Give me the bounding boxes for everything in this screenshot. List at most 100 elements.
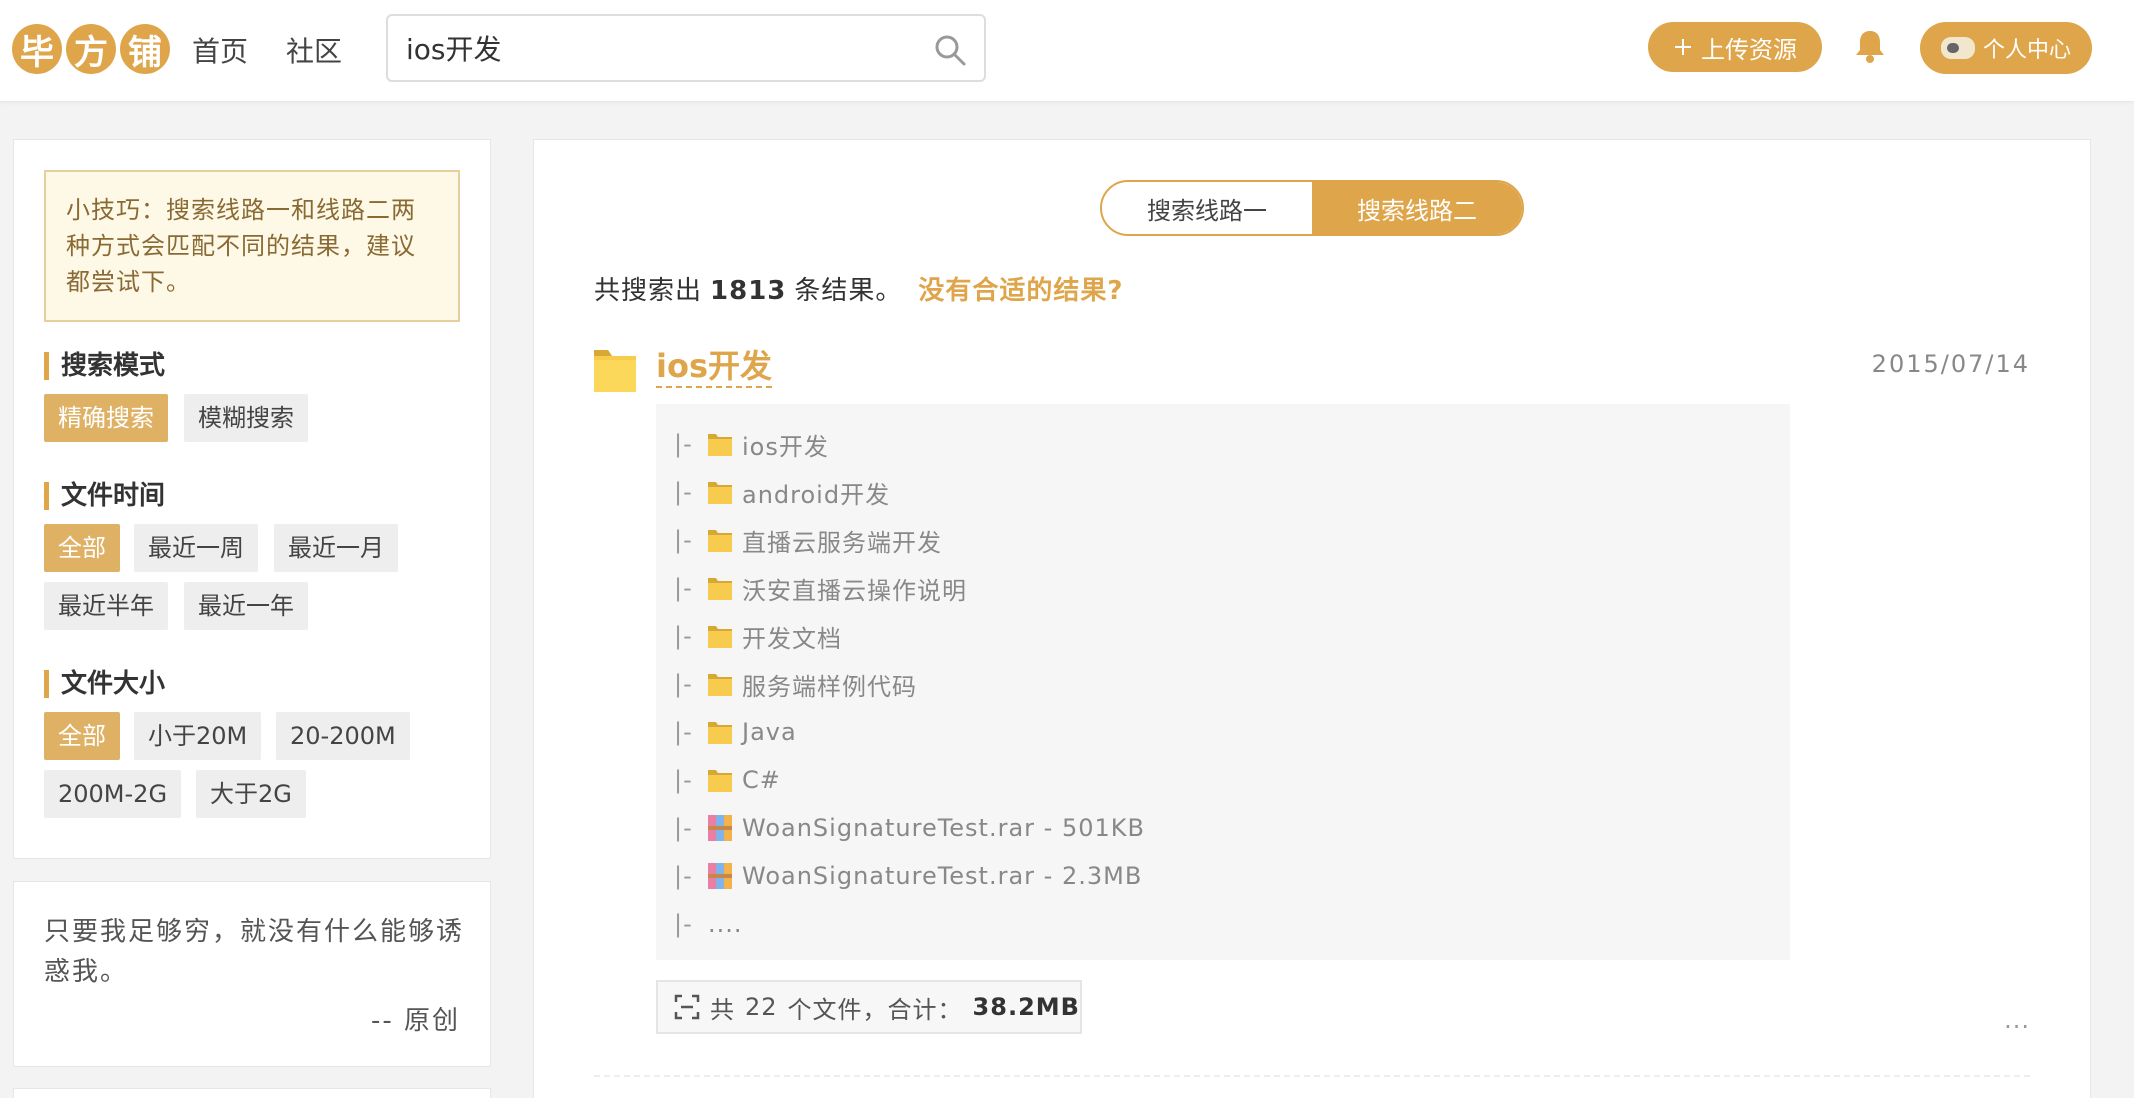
filter-panel: 小技巧：搜索线路一和线路二两种方式会匹配不同的结果，建议都尝试下。 搜索模式 精… [13,139,491,859]
tree-item-name: 服务端样例代码 [742,672,917,701]
tree-row[interactable]: |-.... [656,900,1790,948]
tree-prefix: |- [674,526,693,554]
tree-item-name: android开发 [742,480,891,509]
tree-row[interactable]: |- android开发 [656,468,1790,516]
nav-community-link[interactable]: 社区 [286,30,342,70]
result-date: 2015/07/14 [1871,350,2030,378]
tree-prefix: |- [674,622,693,650]
filter-size-over-2g[interactable]: 大于2G [196,770,306,818]
tree-row[interactable]: |- C# [656,756,1790,804]
route-switch: 搜索线路一 搜索线路二 [1100,180,1524,236]
tree-item-name: Java [742,718,797,746]
quote-author: -- 原创 [370,1006,460,1036]
filter-time-all[interactable]: 全部 [44,524,120,572]
upload-resource-button[interactable]: 上传资源 [1648,22,1822,72]
folder-icon [708,434,732,456]
tree-row[interactable]: |- WoanSignatureTest.rar - 2.3MB [656,852,1790,900]
summary-prefix: 共搜索出 [594,276,703,306]
file-count-prefix: 共 [710,995,735,1024]
tree-item-name: C# [742,766,781,794]
result-title-link[interactable]: ios开发 [656,346,773,388]
file-tree: |- ios开发 |- android开发 |- 直播云服务端开发 |- 沃安直播云操作说明 |… [656,404,1790,960]
folder-icon [708,482,732,504]
tree-item-name: 直播云服务端开发 [742,528,942,557]
search-input[interactable] [406,28,906,68]
result-count: 1813 [710,276,787,306]
result-divider [594,1075,2030,1077]
no-suitable-result-link[interactable]: 没有合适的结果? [918,276,1123,306]
tree-item-name: WoanSignatureTest.rar - 501KB [742,814,1145,842]
tree-row[interactable]: |- Java [656,708,1790,756]
tree-item-name: WoanSignatureTest.rar - 2.3MB [742,862,1143,890]
folder-icon [708,770,732,792]
filter-size-under-20m[interactable]: 小于20M [134,712,262,760]
search-mode-title: 搜索模式 [44,352,165,380]
more-icon[interactable]: ... [2004,1006,2030,1034]
folder-icon [708,530,732,552]
tree-prefix: |- [674,670,693,698]
tree-prefix: |- [674,766,693,794]
scan-icon [674,994,700,1020]
quote-card: 只要我足够穷，就没有什么能够诱惑我。 -- 原创 [13,881,491,1067]
tree-row[interactable]: |- WoanSignatureTest.rar - 501KB [656,804,1790,852]
upload-label: 上传资源 [1701,35,1797,64]
avatar [1940,37,1975,59]
tree-prefix: |- [674,718,693,746]
tree-prefix: |- [674,910,693,938]
filter-time-week[interactable]: 最近一周 [134,524,258,572]
search-icon[interactable] [932,32,968,68]
site-logo[interactable]: 毕 方 铺 [12,24,170,74]
filter-size-all[interactable]: 全部 [44,712,120,760]
filter-time-half-year[interactable]: 最近半年 [44,582,168,630]
folder-icon [708,626,732,648]
results-panel: 搜索线路一 搜索线路二 共搜索出 1813 条结果。 没有合适的结果? ios开发 2… [533,139,2091,1098]
rar-archive-icon [708,863,732,889]
tree-prefix: |- [674,574,693,602]
summary-suffix: 条结果。 [794,276,903,306]
tree-item-name: 沃安直播云操作说明 [742,576,967,605]
tree-prefix: |- [674,814,693,842]
filter-size-20-200m[interactable]: 20-200M [276,712,410,760]
tree-prefix: |- [674,862,693,890]
logo-char: 铺 [120,24,170,74]
user-center-button[interactable]: 个人中心 [1920,22,2092,74]
plus-icon [1675,39,1691,55]
logo-char: 方 [66,24,116,74]
result-summary: 共搜索出 1813 条结果。 没有合适的结果? [594,270,1124,307]
tree-row[interactable]: |- 服务端样例代码 [656,660,1790,708]
filter-size-200m-2g[interactable]: 200M-2G [44,770,182,818]
file-count-middle: 个文件，合计： [787,995,963,1024]
nav-home-link[interactable]: 首页 [192,30,248,70]
quote-text: 只要我足够穷，就没有什么能够诱惑我。 [44,917,465,987]
file-count-summary: 共 22 个文件，合计： 38.2MB [656,980,1082,1034]
tree-item-name: ios开发 [742,432,829,461]
filter-time-month[interactable]: 最近一月 [274,524,398,572]
top-header: 毕 方 铺 首页 社区 上传资源 个人中心 [0,0,2134,102]
filter-time-year[interactable]: 最近一年 [184,582,308,630]
tree-prefix: |- [674,430,693,458]
folder-icon [594,350,636,392]
tab-route-two[interactable]: 搜索线路二 [1312,182,1522,234]
tree-item-name: 开发文档 [742,624,842,653]
filter-fuzzy-search[interactable]: 模糊搜索 [184,394,308,442]
file-size-title: 文件大小 [44,670,165,698]
rar-archive-icon [708,815,732,841]
folder-icon [708,578,732,600]
folder-icon [708,674,732,696]
tree-row[interactable]: |- 开发文档 [656,612,1790,660]
tree-row[interactable]: |- 沃安直播云操作说明 [656,564,1790,612]
file-total-size: 38.2MB [972,993,1080,1021]
sidebar-card [13,1088,491,1098]
logo-char: 毕 [12,24,62,74]
tree-row[interactable]: |- ios开发 [656,420,1790,468]
tree-prefix: |- [674,478,693,506]
search-tip: 小技巧：搜索线路一和线路二两种方式会匹配不同的结果，建议都尝试下。 [44,170,460,322]
tab-route-one[interactable]: 搜索线路一 [1102,182,1312,234]
search-box [386,14,986,82]
user-center-label: 个人中心 [1982,38,2071,63]
bell-icon[interactable] [1854,28,1886,64]
tree-row[interactable]: |- 直播云服务端开发 [656,516,1790,564]
file-count-number: 22 [745,993,778,1021]
folder-icon [708,722,732,744]
filter-exact-search[interactable]: 精确搜索 [44,394,168,442]
